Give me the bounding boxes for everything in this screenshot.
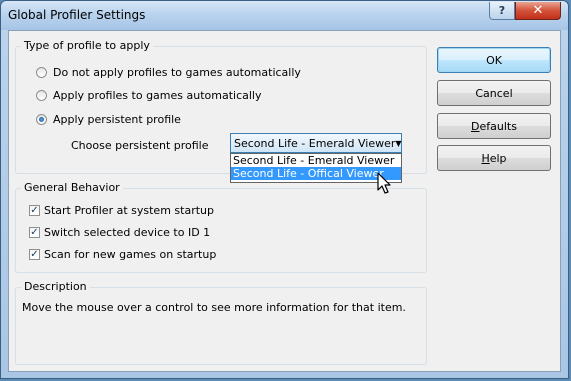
- checkmark-icon: ✓: [29, 227, 40, 238]
- defaults-button-label: Defaults: [471, 120, 517, 133]
- dropdown-option-offical-viewer[interactable]: Second Life - Offical Viewer: [231, 167, 401, 180]
- help-title-button[interactable]: ?: [489, 2, 515, 20]
- general-behavior-group-label: General Behavior: [21, 181, 123, 194]
- radio-do-not-apply-label: Do not apply profiles to games automatic…: [53, 66, 301, 79]
- radio-button-icon: [36, 67, 47, 78]
- defaults-accelerator: D: [471, 119, 480, 133]
- dropdown-option-emerald-viewer[interactable]: Second Life - Emerald Viewer: [231, 154, 401, 167]
- radio-apply-automatically-label: Apply profiles to games automatically: [53, 89, 262, 102]
- defaults-button[interactable]: Defaults: [437, 113, 551, 139]
- persistent-profile-select[interactable]: Second Life - Emerald Viewer ▼: [230, 133, 402, 153]
- radio-apply-automatically[interactable]: Apply profiles to games automatically: [36, 89, 262, 102]
- radio-button-checked-icon: [36, 114, 47, 125]
- radio-apply-persistent[interactable]: Apply persistent profile: [36, 113, 181, 126]
- checkbox-switch-device[interactable]: ✓ Switch selected device to ID 1: [29, 226, 210, 239]
- checkbox-scan-new-games[interactable]: ✓ Scan for new games on startup: [29, 248, 216, 261]
- checkbox-switch-device-label: Switch selected device to ID 1: [44, 226, 211, 239]
- question-icon: ?: [498, 4, 506, 17]
- checkmark-icon: ✓: [29, 249, 40, 260]
- description-text: Move the mouse over a control to see mor…: [22, 301, 406, 314]
- description-group: Description: [15, 280, 427, 365]
- defaults-label-rest: efaults: [479, 119, 517, 133]
- persistent-profile-select-value: Second Life - Emerald Viewer: [234, 136, 396, 150]
- close-icon: ✕: [532, 3, 544, 18]
- ok-button[interactable]: OK: [437, 47, 551, 73]
- chevron-down-icon[interactable]: ▼: [395, 139, 401, 148]
- checkbox-start-profiler[interactable]: ✓ Start Profiler at system startup: [29, 204, 214, 217]
- cancel-button-label: Cancel: [475, 86, 513, 100]
- mouse-pointer-icon: [377, 172, 391, 194]
- ok-button-label: OK: [486, 53, 502, 67]
- checkmark-icon: ✓: [29, 205, 40, 216]
- help-button[interactable]: Help: [437, 145, 551, 171]
- description-group-label: Description: [21, 280, 90, 293]
- profile-type-group-label: Type of profile to apply: [21, 39, 153, 52]
- help-accelerator: H: [481, 151, 490, 165]
- choose-persistent-profile-label: Choose persistent profile: [71, 139, 209, 152]
- close-button[interactable]: ✕: [515, 2, 561, 20]
- window-title: Global Profiler Settings: [8, 8, 146, 22]
- cancel-button[interactable]: Cancel: [437, 80, 551, 106]
- help-label-rest: elp: [489, 151, 507, 165]
- radio-button-icon: [36, 90, 47, 101]
- checkbox-scan-new-games-label: Scan for new games on startup: [44, 248, 217, 261]
- help-button-label: Help: [481, 152, 506, 165]
- title-bar[interactable]: Global Profiler Settings ? ✕: [1, 1, 568, 30]
- checkbox-start-profiler-label: Start Profiler at system startup: [44, 204, 214, 217]
- radio-do-not-apply[interactable]: Do not apply profiles to games automatic…: [36, 66, 301, 79]
- radio-apply-persistent-label: Apply persistent profile: [53, 113, 181, 126]
